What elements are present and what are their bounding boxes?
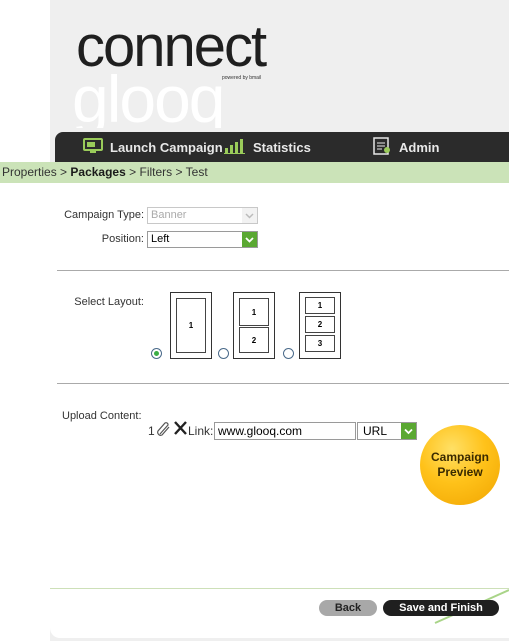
campaign-preview-label-line1: Campaign	[430, 450, 489, 464]
section-divider	[57, 383, 509, 384]
link-input-value: www.glooq.com	[218, 424, 303, 438]
main-nav: Launch Campaign Statistics Admin	[55, 132, 509, 162]
delete-x-icon[interactable]	[174, 421, 187, 440]
layout-option-2[interactable]: 1 2	[233, 292, 275, 359]
breadcrumb-separator: >	[175, 165, 183, 179]
breadcrumb-test[interactable]: Test	[186, 165, 208, 179]
chevron-down-icon	[242, 208, 257, 223]
layout-cell: 3	[305, 335, 335, 352]
admin-document-icon	[372, 136, 392, 158]
link-type-select[interactable]: URL	[357, 422, 417, 440]
position-value: Left	[151, 233, 170, 245]
campaign-preview-button[interactable]: Campaign Preview	[420, 425, 500, 505]
nav-admin-label: Admin	[399, 139, 440, 155]
campaign-type-select: Banner	[147, 207, 258, 224]
back-button[interactable]: Back	[319, 600, 377, 616]
nav-launch-campaign[interactable]: Launch Campaign	[83, 132, 223, 162]
campaign-preview-label-line2: Preview	[437, 465, 483, 479]
breadcrumb-packages[interactable]: Packages	[70, 165, 125, 179]
layout-2-radio[interactable]	[218, 348, 229, 359]
layout-cell: 1	[176, 298, 206, 353]
layout-cell: 2	[305, 316, 335, 333]
layout-cell: 2	[239, 327, 269, 353]
logo-connect-text: connect	[76, 18, 267, 79]
breadcrumb: Properties > Packages > Filters > Test	[0, 162, 509, 183]
save-and-finish-button[interactable]: Save and Finish	[383, 600, 499, 616]
chevron-down-icon	[401, 423, 416, 439]
connect-glooq-logo: glooq connect powered by bmail	[72, 14, 302, 136]
link-label: Link:	[188, 424, 214, 438]
position-label: Position:	[101, 233, 144, 245]
position-select[interactable]: Left	[147, 231, 258, 248]
layout-3-radio[interactable]	[283, 348, 294, 359]
logo-tagline: powered by bmail	[222, 75, 261, 81]
layout-cell: 1	[305, 297, 335, 314]
upload-row-number: 1	[148, 424, 155, 438]
select-layout-label: Select Layout:	[74, 296, 144, 308]
breadcrumb-filters[interactable]: Filters	[140, 165, 173, 179]
section-divider	[57, 270, 509, 271]
chevron-down-icon	[242, 232, 257, 247]
link-type-value: URL	[363, 424, 388, 438]
breadcrumb-separator: >	[60, 165, 68, 179]
campaign-type-value: Banner	[151, 209, 187, 221]
nav-admin[interactable]: Admin	[372, 132, 439, 162]
layout-1-radio[interactable]	[151, 348, 162, 359]
breadcrumb-separator: >	[129, 165, 137, 179]
bar-chart-icon	[224, 138, 246, 157]
nav-statistics[interactable]: Statistics	[224, 132, 311, 162]
layout-cell: 1	[239, 298, 269, 326]
paperclip-icon[interactable]	[156, 422, 172, 441]
breadcrumb-properties[interactable]: Properties	[2, 165, 57, 179]
nav-launch-campaign-label: Launch Campaign	[110, 139, 223, 155]
upload-content-label: Upload Content:	[62, 410, 142, 422]
link-input[interactable]: www.glooq.com	[214, 422, 356, 440]
nav-statistics-label: Statistics	[253, 139, 311, 155]
monitor-icon	[83, 137, 103, 157]
layout-option-3[interactable]: 1 2 3	[299, 292, 341, 359]
layout-option-1[interactable]: 1	[170, 292, 212, 359]
campaign-type-label: Campaign Type:	[64, 209, 144, 221]
